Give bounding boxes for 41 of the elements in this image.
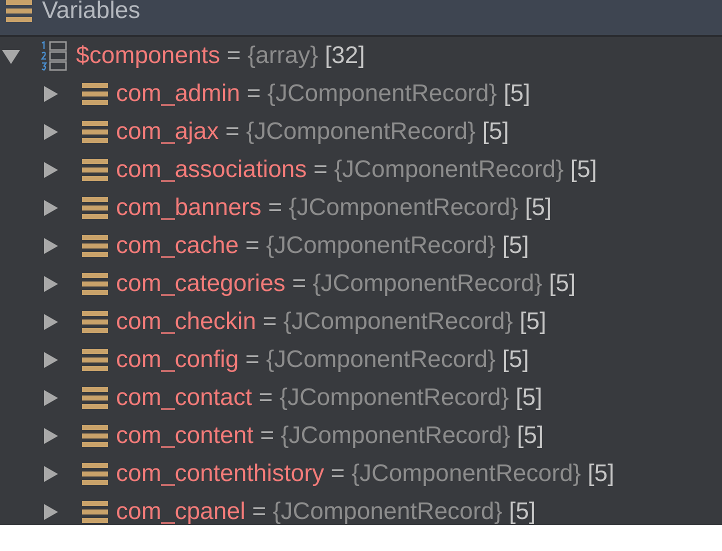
expand-triangle[interactable] — [42, 85, 60, 103]
expand-triangle[interactable] — [42, 465, 60, 483]
variable-row[interactable]: com_categories = {JComponentRecord} [5] — [116, 272, 576, 296]
variable-row[interactable]: com_admin = {JComponentRecord} [5] — [116, 82, 530, 106]
stack-icon — [82, 158, 108, 182]
expand-triangle[interactable] — [42, 237, 60, 255]
panel-title: Variables — [42, 0, 140, 26]
expand-triangle[interactable] — [42, 427, 60, 445]
variable-row[interactable]: com_banners = {JComponentRecord} [5] — [116, 196, 552, 220]
expand-triangle[interactable] — [42, 351, 60, 369]
expand-triangle[interactable] — [42, 123, 60, 141]
variable-row[interactable]: com_content = {JComponentRecord} [5] — [116, 424, 544, 448]
variable-row[interactable]: com_checkin = {JComponentRecord} [5] — [116, 310, 546, 334]
expand-triangle[interactable] — [42, 161, 60, 179]
expand-triangle[interactable] — [42, 313, 60, 331]
variable-row[interactable]: com_associations = {JComponentRecord} [5] — [116, 158, 597, 182]
collapse-triangle[interactable] — [2, 47, 20, 65]
variable-row[interactable]: $components = {array} [32] — [76, 44, 365, 68]
stack-icon — [82, 348, 108, 372]
stack-icon — [82, 234, 108, 258]
variable-row[interactable]: com_cpanel = {JComponentRecord} [5] — [116, 500, 536, 524]
stack-icon — [82, 196, 108, 220]
expand-triangle[interactable] — [42, 199, 60, 217]
array-icon — [40, 41, 68, 71]
expand-triangle[interactable] — [42, 275, 60, 293]
stack-icon — [82, 424, 108, 448]
variable-row[interactable]: com_contenthistory = {JComponentRecord} [5] — [116, 462, 614, 486]
expand-triangle[interactable] — [42, 389, 60, 407]
stack-icon — [82, 120, 108, 144]
stack-icon — [6, 0, 32, 23]
stack-icon — [82, 310, 108, 334]
expand-triangle[interactable] — [42, 503, 60, 521]
stack-icon — [82, 272, 108, 296]
variable-row[interactable]: com_cache = {JComponentRecord} [5] — [116, 234, 529, 258]
variable-row[interactable]: com_config = {JComponentRecord} [5] — [116, 348, 529, 372]
stack-icon — [82, 82, 108, 106]
stack-icon — [82, 386, 108, 410]
stack-icon — [82, 462, 108, 486]
stack-icon — [82, 500, 108, 524]
variable-row[interactable]: com_contact = {JComponentRecord} [5] — [116, 386, 542, 410]
variable-row[interactable]: com_ajax = {JComponentRecord} [5] — [116, 120, 509, 144]
